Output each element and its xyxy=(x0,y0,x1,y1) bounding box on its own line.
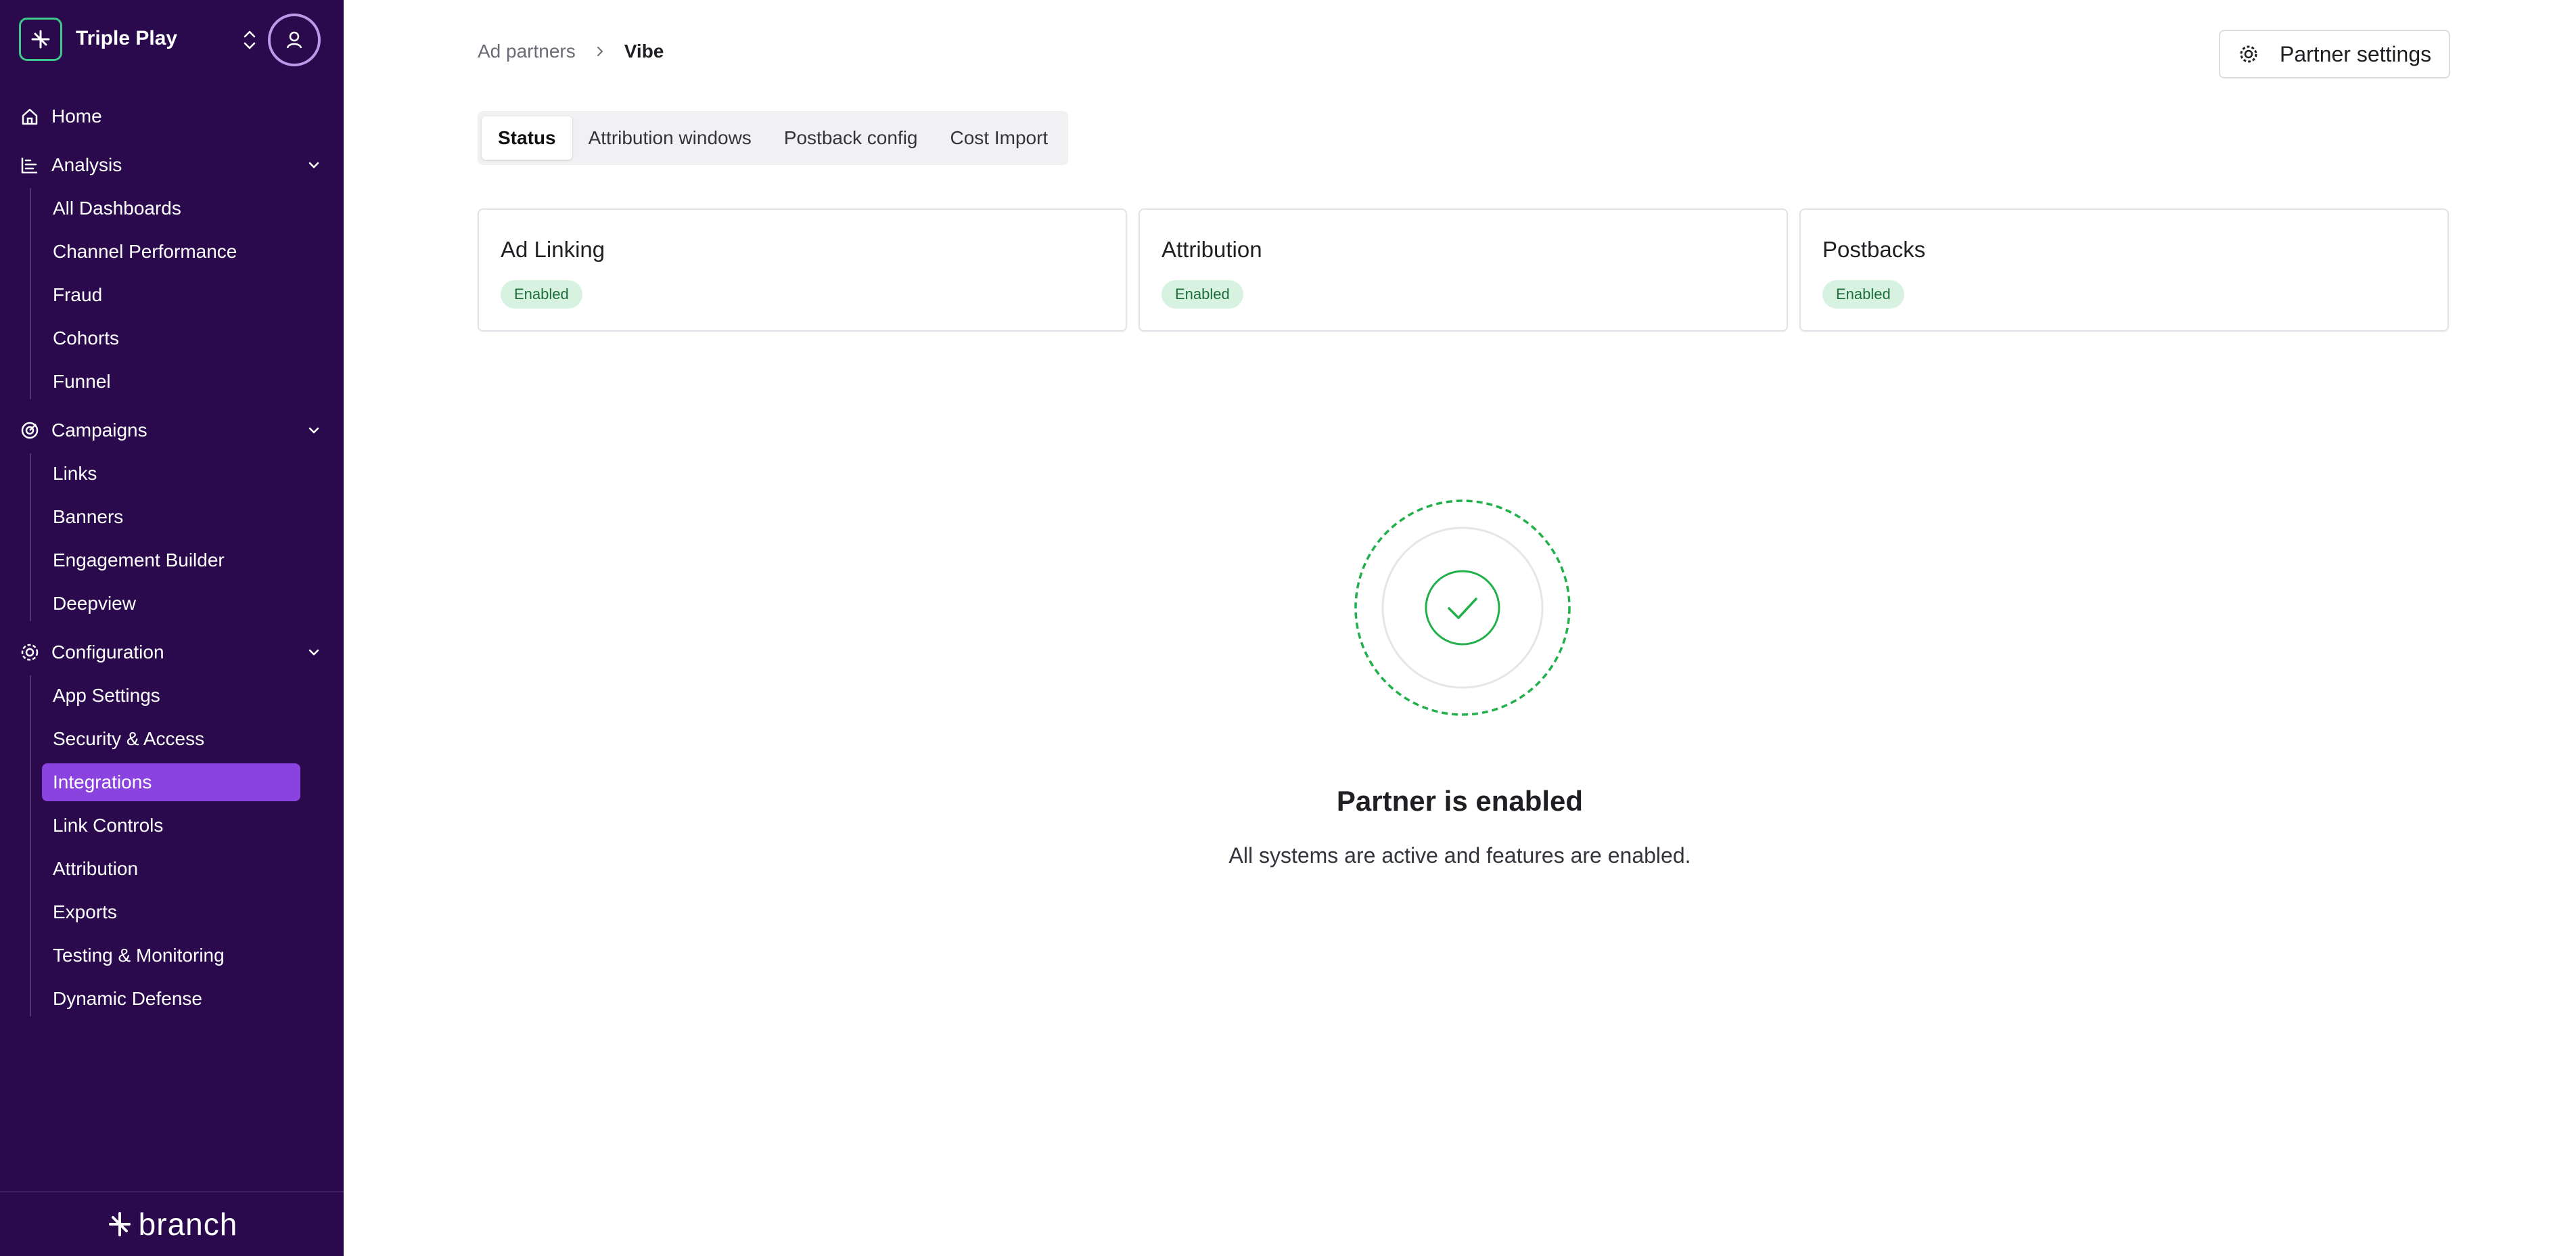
sidebar-group-label: Analysis xyxy=(51,154,122,175)
sidebar-item-label: Home xyxy=(51,106,102,127)
nav-group-divider xyxy=(30,675,31,1016)
sidebar-item-all-dashboards[interactable]: All Dashboards xyxy=(42,189,300,227)
card-title: Attribution xyxy=(1162,237,1262,262)
sidebar-item-exports[interactable]: Exports xyxy=(42,893,300,931)
nav-group-divider xyxy=(30,188,31,399)
sidebar-item-deepview[interactable]: Deepview xyxy=(42,585,300,623)
sidebar-footer: branch xyxy=(0,1191,344,1256)
tab-postback-config[interactable]: Postback config xyxy=(768,116,934,160)
success-check-icon xyxy=(1354,499,1571,716)
breadcrumb: Ad partners Vibe xyxy=(478,41,664,62)
status-title: Partner is enabled xyxy=(1336,785,1584,817)
branch-logo-icon xyxy=(108,1212,131,1236)
status-cards: Ad Linking Enabled Attribution Enabled P… xyxy=(478,208,2449,332)
tab-bar: Status Attribution windows Postback conf… xyxy=(478,111,1069,165)
sidebar-item-dynamic-defense[interactable]: Dynamic Defense xyxy=(42,980,300,1018)
target-icon xyxy=(18,418,42,443)
sidebar-item-app-settings[interactable]: App Settings xyxy=(42,677,300,715)
sidebar-group-label: Configuration xyxy=(51,642,164,663)
sidebar-item-link-controls[interactable]: Link Controls xyxy=(42,807,300,845)
status-subtitle: All systems are active and features are … xyxy=(1228,843,1691,868)
chevron-down-icon[interactable] xyxy=(302,153,326,177)
sidebar-item-attribution[interactable]: Attribution xyxy=(42,850,300,888)
status-badge: Enabled xyxy=(501,280,582,309)
chevron-up-down-icon[interactable] xyxy=(234,23,265,57)
sidebar-item-channel-performance[interactable]: Channel Performance xyxy=(42,233,300,271)
main-content: Ad partners Vibe Partner settings Status… xyxy=(344,0,2576,1256)
card-postbacks: Postbacks Enabled xyxy=(1799,208,2449,332)
sidebar-group-campaigns[interactable]: Campaigns xyxy=(18,411,326,449)
tab-status[interactable]: Status xyxy=(482,116,572,160)
chevron-right-icon xyxy=(593,45,607,58)
sidebar-item-cohorts[interactable]: Cohorts xyxy=(42,319,300,357)
sidebar-item-engagement-builder[interactable]: Engagement Builder xyxy=(42,541,300,579)
sidebar-item-funnel[interactable]: Funnel xyxy=(42,363,300,401)
breadcrumb-ad-partners[interactable]: Ad partners xyxy=(478,41,576,62)
home-icon xyxy=(18,104,42,129)
status-badge: Enabled xyxy=(1162,280,1243,309)
chevron-down-icon[interactable] xyxy=(302,640,326,665)
org-logo-icon[interactable] xyxy=(19,18,62,61)
sidebar-item-links[interactable]: Links xyxy=(42,455,300,493)
sidebar: Triple Play Home Analysis All Dashboards… xyxy=(0,0,344,1256)
sidebar-item-banners[interactable]: Banners xyxy=(42,498,300,536)
org-switcher: Triple Play xyxy=(19,14,325,66)
status-badge: Enabled xyxy=(1822,280,1904,309)
sidebar-item-security-access[interactable]: Security & Access xyxy=(42,720,300,758)
breadcrumb-current: Vibe xyxy=(624,41,664,62)
brand-name: branch xyxy=(138,1207,238,1242)
sidebar-item-testing-monitoring[interactable]: Testing & Monitoring xyxy=(42,937,300,974)
brand-logo: branch xyxy=(106,1206,238,1242)
tab-cost-import[interactable]: Cost Import xyxy=(934,116,1064,160)
sidebar-group-analysis[interactable]: Analysis xyxy=(18,146,326,184)
partner-settings-label: Partner settings xyxy=(2280,41,2432,66)
sidebar-group-label: Campaigns xyxy=(51,420,147,441)
org-name[interactable]: Triple Play xyxy=(76,27,177,50)
nav-group-divider xyxy=(30,453,31,621)
sidebar-group-configuration[interactable]: Configuration xyxy=(18,633,326,671)
partner-settings-button[interactable]: Partner settings xyxy=(2219,30,2450,78)
sidebar-item-integrations[interactable]: Integrations xyxy=(42,763,300,801)
card-ad-linking: Ad Linking Enabled xyxy=(478,208,1127,332)
sidebar-item-home[interactable]: Home xyxy=(18,97,326,135)
chart-icon xyxy=(18,153,42,177)
user-icon xyxy=(286,31,302,49)
tab-attribution-windows[interactable]: Attribution windows xyxy=(572,116,768,160)
user-avatar[interactable] xyxy=(268,14,321,66)
gear-icon xyxy=(18,640,42,665)
card-attribution: Attribution Enabled xyxy=(1138,208,1788,332)
card-title: Postbacks xyxy=(1822,237,1926,262)
chevron-down-icon[interactable] xyxy=(302,418,326,443)
card-title: Ad Linking xyxy=(501,237,605,262)
gear-icon xyxy=(2240,45,2257,63)
sidebar-item-fraud[interactable]: Fraud xyxy=(42,276,300,314)
